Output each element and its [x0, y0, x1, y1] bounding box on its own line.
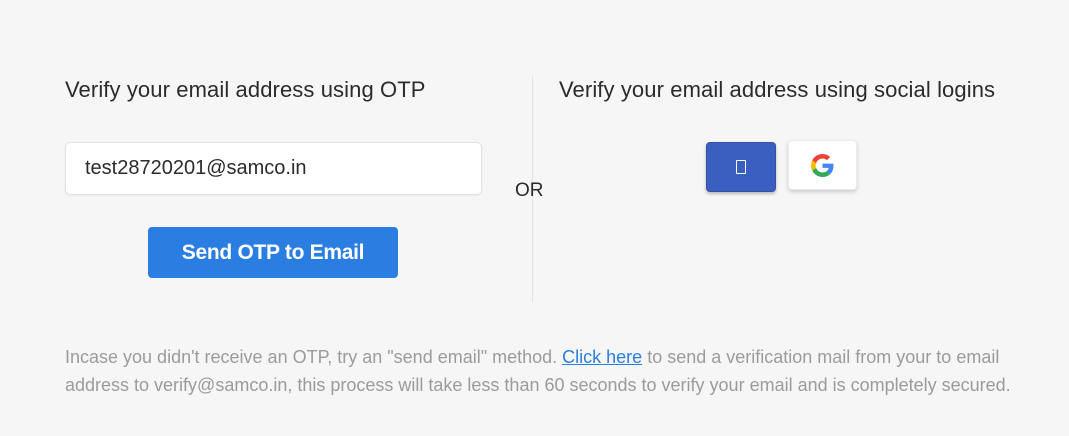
otp-help-note: Incase you didn't receive an OTP, try an… — [65, 343, 1025, 399]
google-icon — [811, 153, 834, 177]
email-field[interactable] — [65, 142, 482, 195]
facebook-icon — [736, 160, 746, 174]
or-separator: OR — [515, 180, 544, 201]
google-login-button[interactable] — [788, 140, 857, 190]
otp-section-heading: Verify your email address using OTP — [65, 77, 426, 102]
note-text-before: Incase you didn't receive an OTP, try an… — [65, 347, 563, 367]
facebook-login-button[interactable] — [706, 142, 776, 192]
click-here-link[interactable]: Click here — [562, 347, 642, 367]
send-otp-button[interactable]: Send OTP to Email — [148, 227, 398, 278]
social-section-heading: Verify your email address using social l… — [559, 77, 996, 102]
